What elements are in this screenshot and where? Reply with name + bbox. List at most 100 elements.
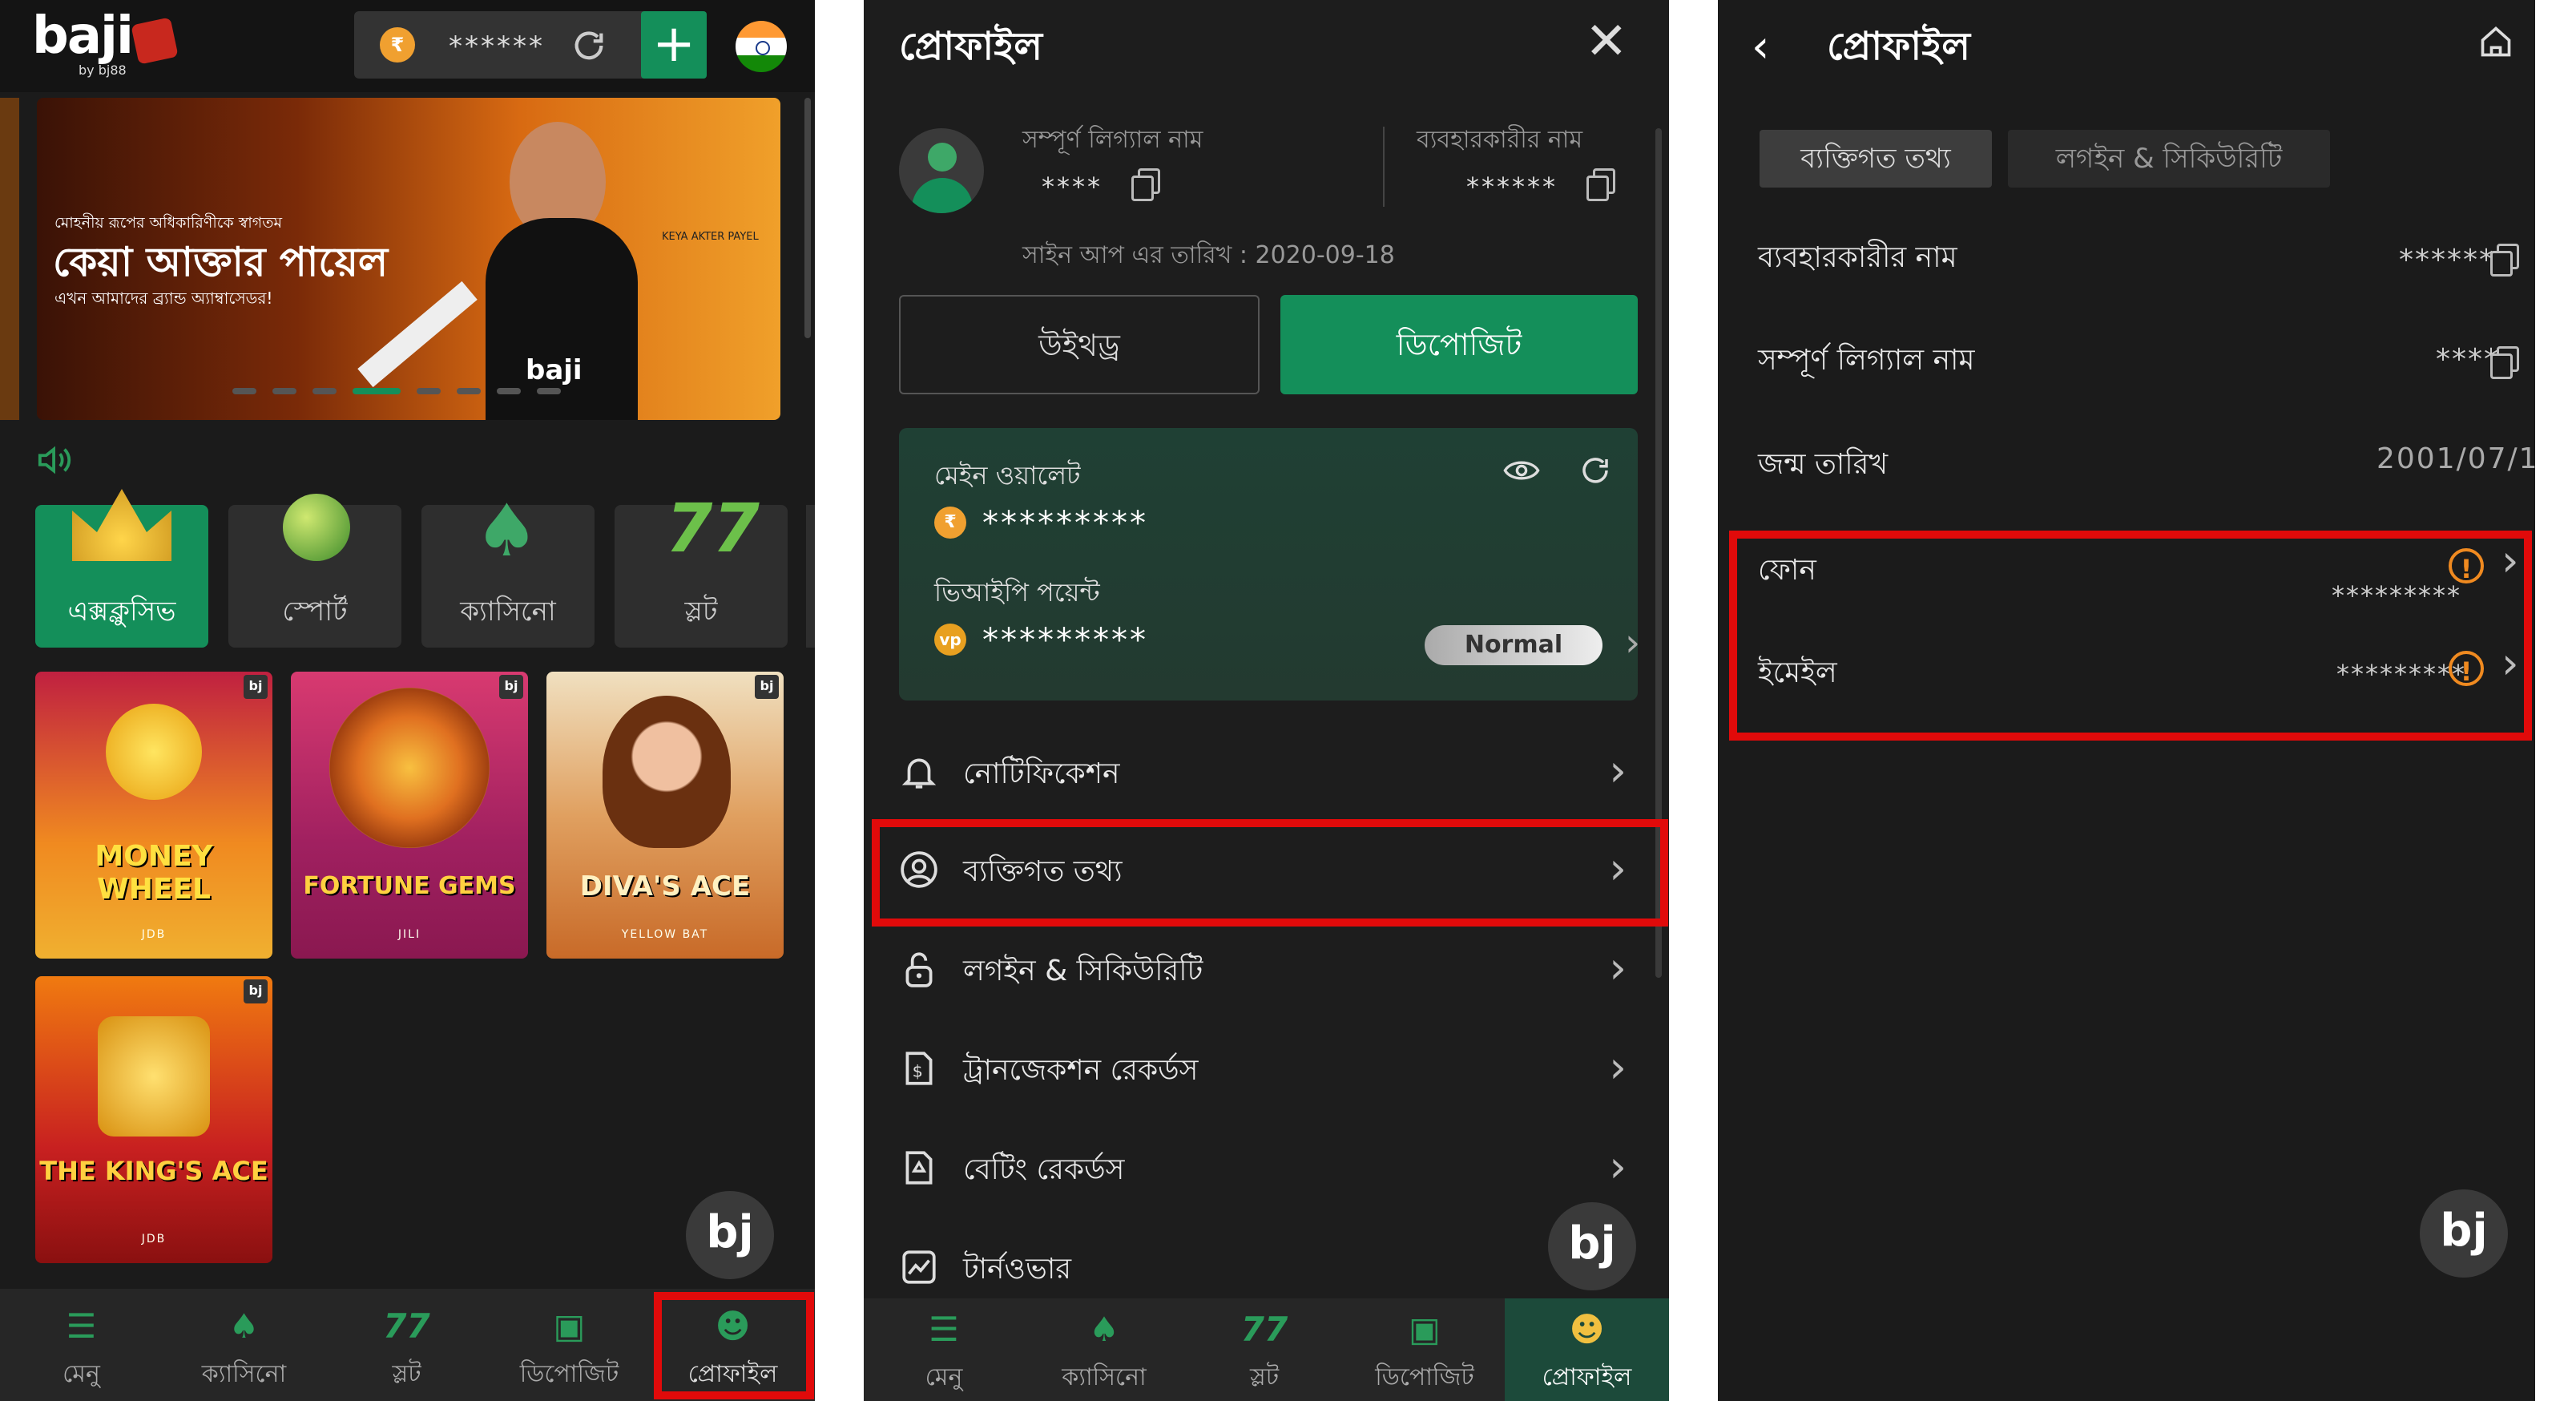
copy-username-icon[interactable]	[1586, 168, 1615, 201]
banner-pagination[interactable]	[232, 388, 633, 396]
refresh-icon[interactable]	[570, 27, 607, 64]
nav-deposit[interactable]: ▣ ডিপোজিট	[488, 1289, 651, 1401]
fullname-value: ****	[1042, 172, 1103, 202]
nav-casino[interactable]: ♠ ক্যাসিনো	[1024, 1298, 1184, 1401]
floating-bj-button[interactable]: bj	[2420, 1189, 2508, 1278]
profile-icon: ☻	[1569, 1310, 1605, 1349]
back-chevron-icon[interactable]: ‹	[1752, 21, 1769, 73]
username-value: ******	[1466, 172, 1558, 202]
spade-icon: ♠	[228, 1306, 260, 1346]
menu-notification[interactable]: নোটিফিকেশন ›	[899, 721, 1638, 821]
spade-icon: ♠	[474, 489, 539, 573]
top-bar: baji by bj88 ₹ ****** +	[0, 0, 815, 92]
row-value: 2001/07/13	[2376, 442, 2535, 475]
rupee-coin-icon: ₹	[934, 507, 966, 539]
game-tile-kings-ace[interactable]: bj THE KING'S ACE JDB	[35, 976, 272, 1263]
category-exclusive[interactable]: এক্সক্লুসিভ	[35, 489, 208, 648]
hamburger-menu-icon: ☰	[66, 1306, 97, 1346]
nav-label: ডিপোজিট	[1375, 1363, 1474, 1391]
highlight-profile-nav	[654, 1292, 814, 1399]
home-icon[interactable]	[2477, 24, 2514, 59]
game-tile-money-wheel[interactable]: bj MONEY WHEEL JDB	[35, 672, 272, 959]
cricket-badge-icon	[131, 17, 179, 65]
game-title: MONEY WHEEL	[95, 840, 213, 906]
category-slot[interactable]: 77 স্লট	[615, 492, 788, 648]
game-title: THE KING'S ACE	[39, 1156, 268, 1186]
menu-transaction-records[interactable]: $ ট্রানজেকশন রেকর্ডস ›	[899, 1018, 1638, 1117]
floating-bj-button[interactable]: bj	[686, 1191, 774, 1279]
username-label: ব্যবহারকারীর নাম	[1417, 126, 1583, 154]
nav-casino[interactable]: ♠ ক্যাসিনো	[163, 1289, 325, 1401]
floating-bj-button[interactable]: bj	[1548, 1202, 1636, 1290]
lock-icon	[905, 952, 933, 987]
copy-fullname-icon[interactable]	[2490, 346, 2519, 379]
chevron-right-icon[interactable]: ›	[1625, 620, 1640, 665]
logo-subtitle: by bj88	[79, 63, 127, 78]
copy-fullname-icon[interactable]	[1131, 168, 1160, 201]
profile-menu-screen: প্রোফাইল ✕ সম্পূর্ণ লিগ্যাল নাম **** ব্য…	[864, 0, 1669, 1401]
svg-text:$: $	[913, 1061, 923, 1080]
tab-login-security[interactable]: লগইন & সিকিউরিটি	[2008, 130, 2330, 188]
chevron-right-icon: ›	[1609, 943, 1627, 993]
page-title: প্রোফাইল	[899, 24, 1042, 69]
balance-masked: ******	[449, 30, 545, 63]
nav-deposit[interactable]: ▣ ডিপোজিট	[1344, 1298, 1505, 1401]
row-value: ******	[2399, 244, 2495, 277]
scrollbar[interactable]	[804, 98, 811, 338]
spade-icon: ♠	[1089, 1310, 1119, 1349]
divider	[1383, 127, 1385, 207]
banner-brand-logo: baji	[526, 354, 583, 386]
tab-personal-info[interactable]: ব্যক্তিগত তথ্য	[1760, 130, 1992, 188]
wheel-graphic	[106, 704, 202, 800]
main-wallet-label: মেইন ওয়ালেট	[934, 460, 1081, 491]
category-label: স্লট	[684, 596, 718, 628]
menu-label: ট্রানজেকশন রেকর্ডস	[963, 1054, 1199, 1087]
menu-betting-records[interactable]: বেটিং রেকর্ডস ›	[899, 1117, 1638, 1217]
provider-badge: bj	[244, 979, 268, 1003]
banner-subtext: এখন আমাদের ব্র্যান্ড অ্যাম্বাসেডর!	[54, 289, 273, 308]
baji-logo[interactable]: baji	[32, 6, 134, 66]
announcement-speaker-icon[interactable]	[37, 444, 74, 476]
vip-level-badge[interactable]: Normal	[1425, 625, 1602, 665]
nav-slot[interactable]: 77 স্লট	[325, 1289, 488, 1401]
nav-label: স্লট	[1249, 1363, 1280, 1391]
nav-profile-active[interactable]: ☻ প্রোফাইল	[1505, 1298, 1669, 1401]
game-tile-fortune-gems[interactable]: bj FORTUNE GEMS JILI	[291, 672, 528, 959]
nav-slot[interactable]: 77 স্লট	[1184, 1298, 1344, 1401]
vip-label: ভিআইপি পয়েন্ট	[934, 577, 1100, 608]
nav-label: প্রোফাইল	[1542, 1363, 1632, 1391]
gem-wheel-graphic	[329, 688, 490, 848]
withdraw-button[interactable]: উইথড্র	[899, 295, 1260, 394]
wallet-icon: ▣	[1409, 1310, 1441, 1349]
ambassador-figure: baji	[454, 114, 662, 420]
avatar[interactable]	[899, 128, 984, 213]
game-provider: JDB	[141, 928, 167, 941]
highlight-personal-info	[872, 819, 1668, 927]
deposit-button[interactable]: ডিপোজিট	[1280, 295, 1638, 394]
row-label: সম্পূর্ণ লিগ্যাল নাম	[1758, 344, 1975, 377]
provider-badge: bj	[499, 675, 523, 699]
row-birthdate: জন্ম তারিখ 2001/07/13	[1758, 442, 2535, 491]
add-funds-button[interactable]: +	[641, 11, 707, 79]
category-casino[interactable]: ♠ ক্যাসিনো	[421, 495, 595, 648]
game-provider: JDB	[141, 1233, 167, 1246]
fullname-label: সম্পূর্ণ লিগ্যাল নাম	[1022, 126, 1203, 154]
provider-badge: bj	[244, 675, 268, 699]
signature-name: KEYA AKTER PAYEL	[662, 231, 759, 243]
promo-banner[interactable]: মোহনীয় রূপের অধিকারিণীকে স্বাগতম কেয়া …	[37, 98, 780, 420]
close-icon[interactable]: ✕	[1585, 16, 1628, 67]
turnover-chart-icon	[902, 1250, 936, 1284]
game-tile-divas-ace[interactable]: bj DIVA'S ACE YELLOW BAT	[546, 672, 784, 959]
india-flag-icon[interactable]	[736, 21, 787, 72]
banner-edge-left	[0, 98, 19, 420]
eye-icon[interactable]	[1503, 458, 1540, 482]
copy-username-icon[interactable]	[2490, 244, 2519, 277]
category-sports[interactable]: স্পোর্ট	[228, 494, 401, 648]
refresh-icon[interactable]	[1578, 454, 1612, 487]
page-title: প্রোফাইল	[1827, 24, 1970, 69]
highlight-contact-rows	[1729, 531, 2532, 741]
category-label: ক্যাসিনো	[460, 596, 556, 628]
nav-menu[interactable]: ☰ মেনু	[864, 1298, 1024, 1401]
menu-login-security[interactable]: লগইন & সিকিউরিটি ›	[899, 919, 1638, 1018]
nav-menu[interactable]: ☰ মেনু	[0, 1289, 163, 1401]
